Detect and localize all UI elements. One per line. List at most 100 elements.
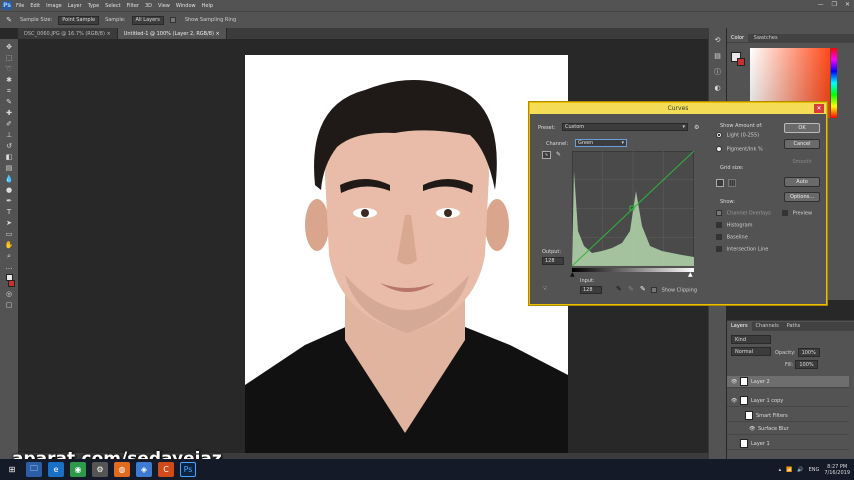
color-panel-background-swatch[interactable] xyxy=(737,58,745,66)
dodge-tool-icon[interactable]: ● xyxy=(4,186,14,194)
tray-arrow-icon[interactable]: ▴ xyxy=(779,467,782,473)
channel-select[interactable]: Green ▾ xyxy=(575,139,627,147)
language-indicator[interactable]: ENG xyxy=(809,467,820,473)
cancel-button[interactable]: Cancel xyxy=(784,139,820,149)
network-icon[interactable]: 📶 xyxy=(786,467,792,473)
preset-options-gear-icon[interactable]: ⚙ xyxy=(694,124,699,131)
menu-view[interactable]: View xyxy=(158,3,170,9)
menu-file[interactable]: File xyxy=(16,3,24,9)
menu-layer[interactable]: Layer xyxy=(68,3,82,9)
shape-tool-icon[interactable]: ▭ xyxy=(4,230,14,238)
preview-checkbox[interactable] xyxy=(782,210,788,216)
tab-paths[interactable]: Paths xyxy=(783,322,805,331)
on-image-adjust-icon[interactable]: ☜ xyxy=(542,285,547,292)
baseline-checkbox[interactable] xyxy=(716,234,722,240)
brush-tool-icon[interactable]: ✐ xyxy=(4,120,14,128)
smooth-button[interactable]: Smooth xyxy=(784,159,820,165)
pigment-radio-option[interactable]: Pigment/Ink % xyxy=(716,146,763,153)
preset-select[interactable]: Custom ▾ xyxy=(562,123,688,131)
input-input[interactable]: 128 xyxy=(580,286,602,294)
quick-mask-icon[interactable]: ◎ xyxy=(4,290,14,298)
path-select-icon[interactable]: ➤ xyxy=(4,219,14,227)
show-clipping-control[interactable]: Show Clipping xyxy=(651,287,697,294)
menu-filter[interactable]: Filter xyxy=(127,3,139,9)
hue-slider[interactable] xyxy=(831,48,837,118)
menu-type[interactable]: Type xyxy=(88,3,99,9)
close-button[interactable]: ✕ xyxy=(845,1,850,8)
menu-window[interactable]: Window xyxy=(176,3,196,9)
adjustments-panel-icon[interactable]: ◐ xyxy=(713,84,723,92)
pencil-icon[interactable]: ✎ xyxy=(554,151,563,159)
sample-size-select[interactable]: Point Sample xyxy=(58,15,100,25)
baseline-option[interactable]: Baseline xyxy=(716,234,748,241)
detailed-grid-icon[interactable] xyxy=(728,179,736,187)
restore-button[interactable]: ❐ xyxy=(832,1,837,8)
eyedropper-icon[interactable]: ✎ xyxy=(4,16,14,24)
zoom-tool-icon[interactable]: ⌕ xyxy=(4,252,14,260)
sample-select[interactable]: All Layers xyxy=(131,15,164,25)
marquee-tool-icon[interactable]: ⬚ xyxy=(4,54,14,62)
filter-visibility-eye-icon[interactable]: 👁 xyxy=(749,426,755,432)
menu-edit[interactable]: Edit xyxy=(30,3,40,9)
menu-help[interactable]: Help xyxy=(202,3,213,9)
tab-layers[interactable]: Layers xyxy=(727,322,752,331)
light-radio[interactable] xyxy=(716,132,722,138)
opacity-input[interactable]: 100% xyxy=(797,348,820,357)
windows-start-icon[interactable]: ⊞ xyxy=(4,462,20,477)
filter-row[interactable]: 👁 Surface Blur xyxy=(727,423,849,435)
visibility-eye-icon[interactable]: 👁 xyxy=(731,398,737,404)
show-clipping-checkbox[interactable] xyxy=(651,287,657,293)
app-icon-2[interactable]: ◈ xyxy=(136,462,152,477)
menu-select[interactable]: Select xyxy=(105,3,120,9)
crop-tool-icon[interactable]: ⌗ xyxy=(4,87,14,95)
chrome-icon[interactable]: ◉ xyxy=(70,462,86,477)
camtasia-icon[interactable]: C xyxy=(158,462,174,477)
fill-input[interactable]: 100% xyxy=(795,360,818,369)
background-color-swatch[interactable] xyxy=(8,280,15,287)
gradient-tool-icon[interactable]: ▤ xyxy=(4,164,14,172)
app-icon[interactable]: ⚙ xyxy=(92,462,108,477)
histogram-option[interactable]: Histogram xyxy=(716,222,753,229)
lasso-tool-icon[interactable]: ➰ xyxy=(4,65,14,73)
curves-graph[interactable] xyxy=(572,151,694,266)
histogram-checkbox[interactable] xyxy=(716,222,722,228)
curve-points-icon[interactable]: ∿ xyxy=(542,151,551,159)
show-ring-checkbox[interactable] xyxy=(169,17,176,23)
visibility-eye-icon[interactable]: 👁 xyxy=(731,379,737,385)
menu-3d[interactable]: 3D xyxy=(145,3,152,9)
minimize-button[interactable]: — xyxy=(818,1,824,8)
channel-overlays-option[interactable]: Channel Overlays xyxy=(716,210,771,217)
white-point-slider[interactable]: ▲ xyxy=(688,271,693,278)
type-tool-icon[interactable]: T xyxy=(4,208,14,216)
screen-mode-icon[interactable]: ▢ xyxy=(4,301,14,309)
tab-channels[interactable]: Channels xyxy=(752,322,783,331)
curves-title-bar[interactable]: Curves xyxy=(530,103,826,114)
layer-row[interactable]: 👁 Layer 2 xyxy=(727,376,849,388)
black-point-slider[interactable]: ▲ xyxy=(570,271,575,278)
photoshop-taskbar-icon[interactable]: Ps xyxy=(180,462,196,477)
portrait-photo[interactable] xyxy=(245,55,568,455)
output-input[interactable]: 128 xyxy=(542,257,564,265)
internet-explorer-icon[interactable]: e xyxy=(48,462,64,477)
volume-icon[interactable]: 🔊 xyxy=(797,467,803,473)
eraser-tool-icon[interactable]: ◧ xyxy=(4,153,14,161)
intersection-line-option[interactable]: Intersection Line xyxy=(716,246,768,253)
tab-swatches[interactable]: Swatches xyxy=(750,34,782,42)
hand-tool-icon[interactable]: ✋ xyxy=(4,241,14,249)
options-button[interactable]: Options... xyxy=(784,192,820,202)
pen-tool-icon[interactable]: ✒ xyxy=(4,197,14,205)
tab-dsc0060[interactable]: DSC_0060.JPG @ 16.7% (RGB/8) × xyxy=(18,28,118,39)
move-tool-icon[interactable]: ✥ xyxy=(4,43,14,51)
blur-tool-icon[interactable]: 💧 xyxy=(4,175,14,183)
properties-panel-icon[interactable]: ▤ xyxy=(713,52,723,60)
light-radio-option[interactable]: Light (0-255) xyxy=(716,132,759,139)
eyedropper-tool-icon[interactable]: ✎ xyxy=(4,98,14,106)
intersection-line-checkbox[interactable] xyxy=(716,246,722,252)
info-panel-icon[interactable]: ⓘ xyxy=(713,68,723,76)
smart-filters-row[interactable]: Smart Filters xyxy=(727,410,849,422)
quick-select-tool-icon[interactable]: ✱ xyxy=(4,76,14,84)
firefox-icon[interactable]: ◍ xyxy=(114,462,130,477)
more-tools-icon[interactable]: … xyxy=(4,263,14,271)
channel-overlays-checkbox[interactable] xyxy=(716,210,722,216)
curves-close-button[interactable]: ✕ xyxy=(814,104,824,113)
